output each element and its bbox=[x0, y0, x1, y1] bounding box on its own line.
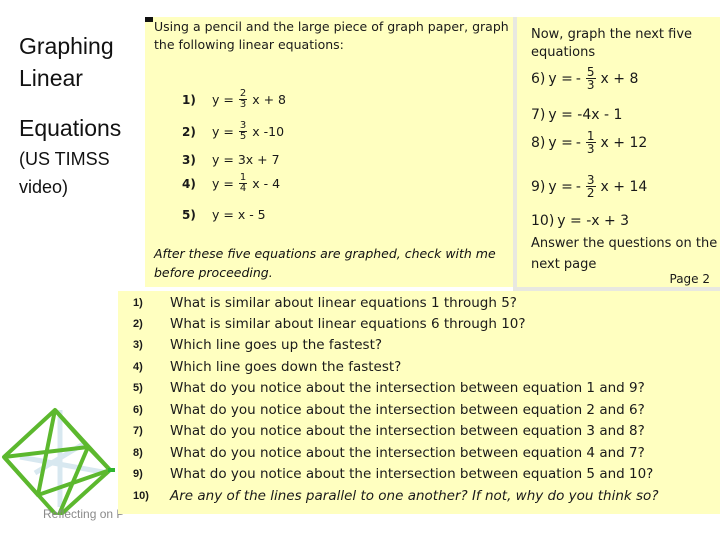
question-number: 4) bbox=[133, 360, 143, 373]
subtitle-line-1: (US TIMSS bbox=[19, 149, 110, 169]
equation-number: 1) bbox=[182, 92, 196, 107]
worksheet-part-2: Now, graph the next five equations 6) y … bbox=[513, 17, 720, 293]
equation-rest: x + 8 bbox=[600, 70, 639, 87]
question-number: 9) bbox=[133, 467, 143, 480]
question-item: 5) What do you notice about the intersect… bbox=[118, 377, 645, 398]
question-number: 7) bbox=[133, 424, 143, 437]
question-text: What is similar about linear equations 1… bbox=[170, 294, 517, 311]
equation-sign: - bbox=[575, 178, 581, 195]
equation-lhs: y = bbox=[212, 176, 234, 191]
equation-number: 9) bbox=[531, 178, 546, 195]
equation-sign: - bbox=[575, 70, 581, 87]
equation-lhs: y = x - 5 bbox=[212, 207, 266, 222]
next-equations-intro: Now, graph the next five equations bbox=[531, 27, 693, 60]
question-text: Which line goes down the fastest? bbox=[170, 358, 402, 375]
equation-number: 4) bbox=[182, 176, 196, 191]
page-label: Page 2 bbox=[669, 272, 711, 286]
equation-lhs: y = -4x - 1 bbox=[548, 107, 623, 123]
title-line-2: Linear bbox=[19, 65, 83, 91]
question-number: 8) bbox=[133, 446, 143, 459]
equation-number: 3) bbox=[182, 152, 196, 167]
octahedron-logo-icon bbox=[2, 408, 115, 515]
equation-lhs: y = bbox=[548, 134, 573, 151]
question-text: What is similar about linear equations 6… bbox=[170, 315, 526, 332]
question-number: 6) bbox=[133, 403, 143, 416]
equation-lhs: y = bbox=[212, 124, 234, 139]
question-item: 8) What do you notice about the intersect… bbox=[118, 442, 645, 463]
title-line-3: Equations bbox=[19, 115, 122, 141]
equation-rest: x - 4 bbox=[252, 176, 281, 191]
equation-lhs: y = bbox=[548, 70, 573, 87]
equation-3: 3) y = 3x + 7 bbox=[182, 152, 280, 167]
fraction-denominator: 3 bbox=[586, 78, 595, 92]
question-text: What do you notice about the intersectio… bbox=[170, 465, 654, 482]
check-note: After these five equations are graphed, … bbox=[154, 246, 496, 280]
fraction-denominator: 3 bbox=[239, 99, 247, 110]
question-text: What do you notice about the intersectio… bbox=[170, 444, 645, 461]
question-item: 4) Which line goes down the fastest? bbox=[118, 356, 401, 377]
question-number: 5) bbox=[133, 381, 143, 394]
equation-2: 2) y = 35 x -10 bbox=[182, 121, 284, 142]
fraction: 13 bbox=[585, 130, 596, 156]
equation-5: 5) y = x - 5 bbox=[182, 207, 266, 222]
equation-9: 9) y = - 32 x + 14 bbox=[531, 174, 647, 199]
equation-4: 4) y = 14 x - 4 bbox=[182, 173, 280, 194]
slide-title: Graphing Linear Equations (US TIMSS vide… bbox=[19, 30, 121, 200]
equation-rest: x + 12 bbox=[600, 134, 648, 151]
question-number: 3) bbox=[133, 338, 143, 351]
equation-rest: x + 14 bbox=[600, 178, 648, 195]
equation-number: 8) bbox=[531, 134, 546, 151]
question-item: 2) What is similar about linear equations… bbox=[118, 313, 526, 334]
question-number: 2) bbox=[133, 317, 143, 330]
question-item: 3) Which line goes up the fastest? bbox=[118, 334, 382, 355]
equation-lhs: y = bbox=[212, 92, 234, 107]
equation-10: 10) y = -x + 3 bbox=[531, 213, 629, 229]
equation-1: 1) y = 23 x + 8 bbox=[182, 89, 286, 110]
question-item: 6) What do you notice about the intersect… bbox=[118, 399, 645, 420]
equation-number: 6) bbox=[531, 70, 546, 87]
equation-number: 5) bbox=[182, 207, 196, 222]
equation-rest: x + 8 bbox=[252, 92, 287, 107]
equation-lhs: y = -x + 3 bbox=[557, 213, 630, 229]
fraction: 23 bbox=[238, 89, 248, 110]
question-item: 9) What do you notice about the intersect… bbox=[118, 463, 653, 484]
question-text: What do you notice about the intersectio… bbox=[170, 401, 645, 418]
fraction: 35 bbox=[238, 121, 248, 142]
question-text: Which line goes up the fastest? bbox=[170, 336, 383, 353]
title-line-1: Graphing bbox=[19, 33, 114, 59]
equation-6: 6) y = - 53 x + 8 bbox=[531, 66, 638, 91]
footer-text: Reflecting on P bbox=[43, 507, 125, 521]
equation-rest: x -10 bbox=[252, 124, 285, 139]
fraction: 53 bbox=[585, 66, 596, 92]
equation-lhs: y = 3x + 7 bbox=[212, 152, 280, 167]
question-item: 7) What do you notice about the intersect… bbox=[118, 420, 645, 441]
worksheet-part-1: Using a pencil and the large piece of gr… bbox=[145, 17, 513, 287]
equation-7: 7) y = -4x - 1 bbox=[531, 107, 622, 123]
equation-number: 2) bbox=[182, 124, 196, 139]
question-number: 1) bbox=[133, 296, 143, 309]
instructions-text: Using a pencil and the large piece of gr… bbox=[154, 19, 509, 52]
subtitle-line-2: video) bbox=[19, 177, 69, 197]
question-text: What do you notice about the intersectio… bbox=[170, 422, 645, 439]
questions-panel: 1) What is similar about linear equations… bbox=[118, 287, 720, 514]
question-item: 10) Are any of the lines parallel to one … bbox=[118, 485, 659, 506]
question-text: Are any of the lines parallel to one ano… bbox=[170, 487, 659, 504]
answer-next-page-note: Answer the questions on the next page bbox=[531, 236, 718, 272]
fraction-denominator: 3 bbox=[586, 142, 595, 156]
fraction-denominator: 4 bbox=[239, 183, 247, 194]
fraction: 32 bbox=[585, 174, 596, 200]
fraction: 14 bbox=[238, 173, 248, 194]
fraction-denominator: 5 bbox=[239, 131, 247, 142]
equation-8: 8) y = - 13 x + 12 bbox=[531, 130, 647, 155]
fraction-denominator: 2 bbox=[586, 186, 595, 200]
equation-sign: - bbox=[575, 134, 581, 151]
equation-number: 7) bbox=[531, 107, 546, 123]
equation-number: 10) bbox=[531, 213, 555, 229]
question-text: What do you notice about the intersectio… bbox=[170, 379, 645, 396]
question-number: 10) bbox=[133, 489, 149, 502]
question-item: 1) What is similar about linear equations… bbox=[118, 292, 517, 313]
equation-lhs: y = bbox=[548, 178, 573, 195]
